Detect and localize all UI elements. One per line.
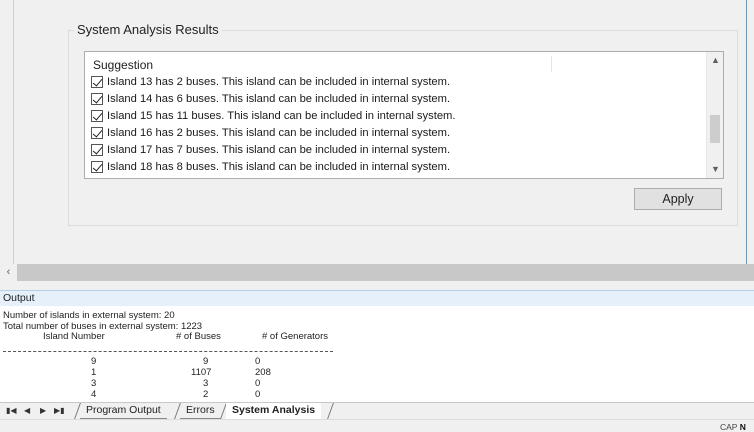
cell-island: 9	[91, 356, 97, 367]
scroll-left-icon[interactable]: ‹	[0, 264, 17, 281]
caps-lock-indicator: CAP N	[720, 422, 746, 432]
left-splitter[interactable]	[0, 0, 14, 264]
analysis-panel: System Analysis Results Suggestion Islan…	[0, 0, 754, 264]
cell-generators: 208	[255, 367, 271, 378]
cell-island: 4	[91, 389, 97, 400]
scroll-thumb[interactable]	[710, 115, 720, 143]
list-item[interactable]: Island 17 has 7 buses. This island can b…	[91, 141, 705, 158]
checkbox[interactable]	[91, 126, 103, 139]
suggestion-text: Island 13 has 2 buses. This island can b…	[107, 75, 451, 88]
list-item[interactable]: Island 15 has 11 buses. This island can …	[91, 107, 705, 124]
tab-program-output[interactable]: Program Output	[80, 403, 167, 419]
list-vertical-scrollbar[interactable]: ▲ ▼	[706, 52, 723, 178]
checkbox[interactable]	[91, 109, 103, 122]
tab-errors[interactable]: Errors	[180, 403, 221, 419]
cell-generators: 0	[255, 356, 261, 367]
prev-tab-icon[interactable]: ◀	[24, 403, 30, 419]
status-label: CAP	[720, 422, 738, 432]
output-pane-title: Output	[0, 290, 754, 306]
tab-system-analysis[interactable]: System Analysis	[226, 403, 322, 419]
scroll-down-icon[interactable]: ▼	[707, 161, 724, 178]
suggestion-list[interactable]: Suggestion Island 13 has 2 buses. This i…	[84, 51, 724, 179]
column-header-generators: # of Generators	[262, 331, 329, 342]
cell-buses: 2	[203, 389, 209, 400]
checkbox[interactable]	[91, 75, 103, 88]
checkbox[interactable]	[91, 143, 103, 156]
list-item[interactable]: Island 13 has 2 buses. This island can b…	[91, 73, 705, 90]
last-tab-icon[interactable]: ▶▮	[54, 403, 65, 419]
first-tab-icon[interactable]: ▮◀	[6, 403, 17, 419]
results-groupbox-title: System Analysis Results	[74, 22, 222, 37]
suggestion-text: Island 18 has 8 buses. This island can b…	[107, 160, 451, 173]
apply-button[interactable]: Apply	[634, 188, 722, 210]
status-value: N	[739, 422, 746, 432]
output-text-area[interactable]: Number of islands in external system: 20…	[0, 306, 754, 402]
output-tab-bar: ▮◀ ◀ ▶ ▶▮ Program Output Errors System A…	[0, 402, 754, 419]
next-tab-icon[interactable]: ▶	[40, 403, 46, 419]
tab-divider	[327, 403, 334, 419]
cell-buses: 3	[203, 378, 209, 389]
suggestion-text: Island 15 has 11 buses. This island can …	[107, 109, 456, 122]
column-header-buses: # of Buses	[176, 331, 221, 342]
output-line: Number of islands in external system: 20	[3, 310, 175, 321]
list-item[interactable]: Island 16 has 2 buses. This island can b…	[91, 124, 705, 141]
scroll-up-icon[interactable]: ▲	[707, 52, 724, 69]
list-item[interactable]: Island 18 has 8 buses. This island can b…	[91, 158, 705, 175]
suggestion-text: Island 16 has 2 buses. This island can b…	[107, 126, 451, 139]
output-divider	[3, 351, 333, 352]
cell-island: 3	[91, 378, 97, 389]
cell-buses: 1107	[191, 367, 212, 378]
cell-generators: 0	[255, 378, 261, 389]
list-item[interactable]: Island 14 has 6 buses. This island can b…	[91, 90, 705, 107]
cell-generators: 0	[255, 389, 261, 400]
column-header-island: Island Number	[43, 331, 105, 342]
right-edge	[746, 0, 754, 264]
checkbox[interactable]	[91, 92, 103, 105]
status-bar: CAP N	[0, 419, 754, 432]
suggestion-text: Island 17 has 7 buses. This island can b…	[107, 143, 451, 156]
suggestion-column-header[interactable]: Suggestion	[93, 58, 153, 72]
cell-buses: 9	[203, 356, 209, 367]
column-separator	[551, 56, 552, 72]
checkbox[interactable]	[91, 160, 103, 173]
cell-island: 1	[91, 367, 97, 378]
panel-horizontal-scrollbar[interactable]: ‹	[0, 264, 754, 281]
suggestion-text: Island 14 has 6 buses. This island can b…	[107, 92, 451, 105]
